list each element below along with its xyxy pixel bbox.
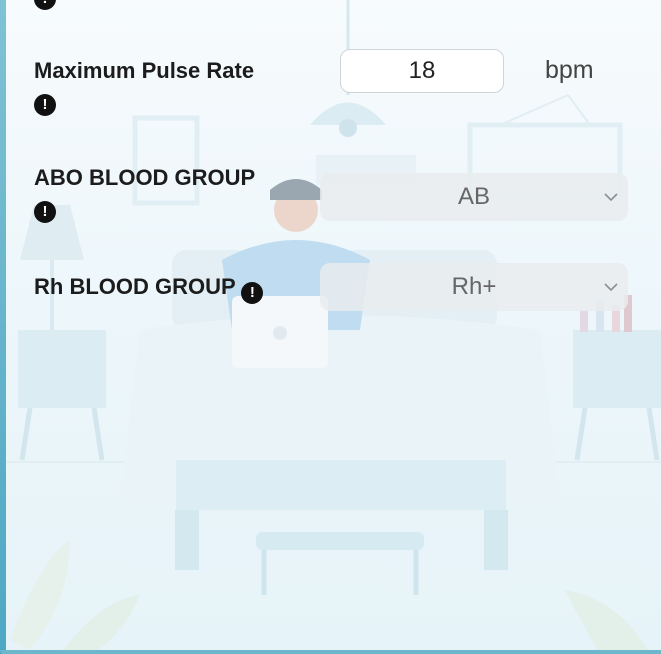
- pulse-rate-unit: bpm: [545, 56, 594, 84]
- rh-blood-group-selected-value: Rh+: [451, 273, 497, 300]
- pulse-rate-input[interactable]: [340, 49, 504, 93]
- rh-blood-group-info-icon[interactable]: !: [241, 282, 264, 304]
- chevron-down-icon: [604, 263, 618, 311]
- window-frame-bottom-edge: [0, 650, 661, 654]
- window-frame-left-edge: [0, 0, 6, 654]
- abo-blood-group-select[interactable]: AB: [320, 173, 628, 221]
- info-icon-previous-row[interactable]: !: [34, 0, 56, 10]
- abo-blood-group-selected-value: AB: [457, 183, 490, 210]
- pulse-rate-label-block: Maximum Pulse Rate !: [34, 57, 314, 116]
- abo-blood-group-label: ABO BLOOD GROUP: [34, 165, 256, 190]
- pulse-rate-info-icon[interactable]: !: [34, 94, 56, 116]
- rh-blood-group-select[interactable]: Rh+: [320, 263, 628, 311]
- pulse-rate-label: Maximum Pulse Rate: [34, 58, 255, 83]
- abo-blood-group-info-icon[interactable]: !: [34, 201, 56, 223]
- rh-blood-group-label: Rh BLOOD GROUP: [34, 274, 236, 299]
- chevron-down-icon: [604, 173, 618, 221]
- rh-blood-group-label-block: Rh BLOOD GROUP !: [34, 273, 314, 304]
- abo-blood-group-label-block: ABO BLOOD GROUP !: [34, 164, 304, 223]
